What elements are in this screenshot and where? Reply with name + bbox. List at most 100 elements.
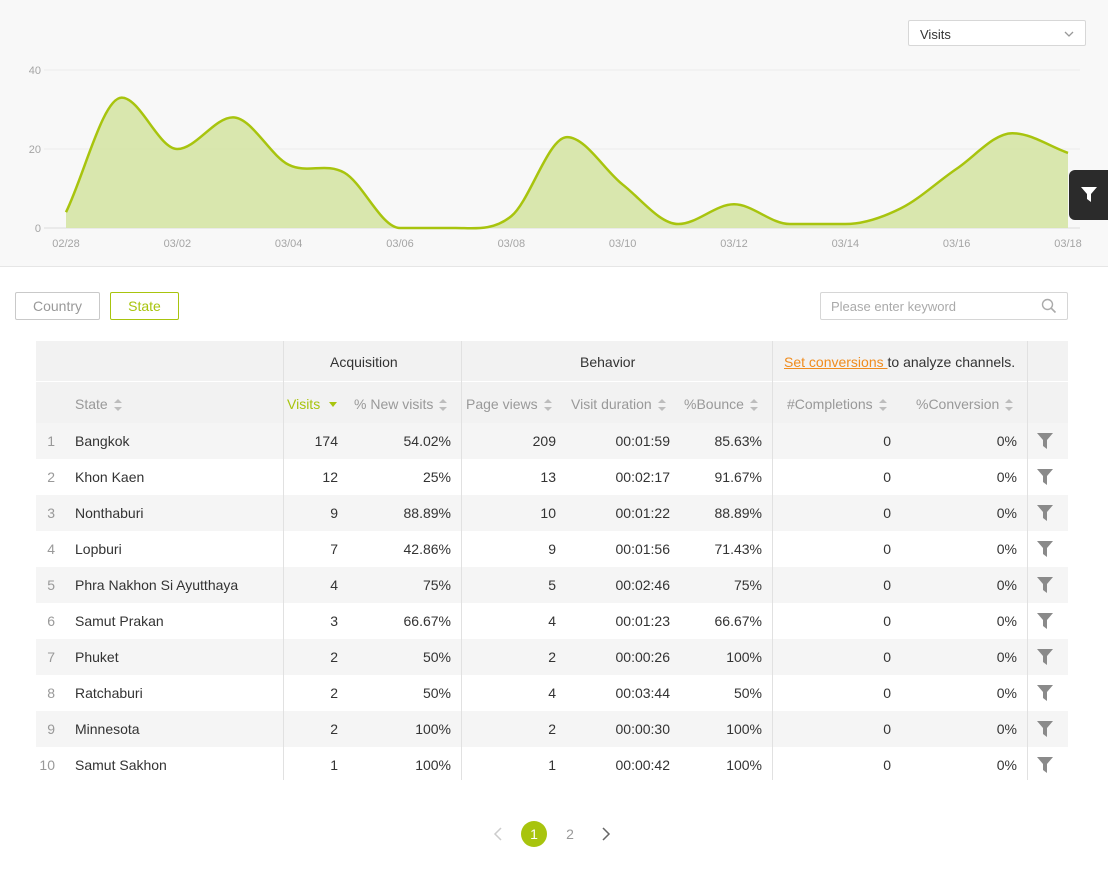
col-visit-duration-label: Visit duration	[571, 396, 652, 412]
cell-page-views: 10	[540, 505, 556, 521]
col-visit-duration[interactable]: Visit duration	[571, 396, 666, 412]
cell-visit-duration: 00:03:44	[615, 685, 671, 701]
cell-new-visits: 42.86%	[403, 541, 451, 557]
row-index: 1	[47, 433, 55, 449]
funnel-icon[interactable]	[1036, 504, 1054, 522]
cell-completions: 0	[883, 469, 891, 485]
country-tab-button[interactable]: Country	[15, 292, 100, 320]
x-tick-label: 02/28	[52, 238, 80, 250]
col-page-views-label: Page views	[466, 396, 538, 412]
funnel-icon[interactable]	[1036, 540, 1054, 558]
cell-state: Bangkok	[75, 433, 130, 449]
funnel-icon[interactable]	[1036, 720, 1054, 738]
state-report-table: Acquisition Behavior Set conversions to …	[36, 341, 1068, 783]
cell-page-views: 4	[548, 613, 556, 629]
cell-page-views: 4	[548, 685, 556, 701]
cell-visit-duration: 00:01:56	[615, 541, 671, 557]
page-1-button[interactable]: 1	[521, 821, 547, 847]
cell-new-visits: 25%	[422, 469, 451, 485]
funnel-icon[interactable]	[1036, 468, 1054, 486]
metric-select[interactable]: Visits	[908, 20, 1086, 46]
col-page-views[interactable]: Page views	[466, 396, 552, 412]
sort-desc-icon	[329, 402, 338, 407]
x-tick-label: 03/12	[720, 238, 748, 250]
cell-bounce: 100%	[726, 757, 762, 773]
cell-page-views: 2	[548, 649, 556, 665]
col-completions[interactable]: #Completions	[787, 396, 887, 412]
cell-state: Samut Sakhon	[75, 757, 167, 773]
row-index: 6	[47, 613, 55, 629]
side-filter-panel-toggle[interactable]	[1069, 170, 1108, 220]
x-tick-label: 03/14	[832, 238, 860, 250]
cell-completions: 0	[883, 685, 891, 701]
column-divider	[461, 341, 462, 780]
cell-conversion: 0%	[996, 505, 1017, 521]
sort-icon	[878, 399, 887, 411]
cell-visits: 2	[330, 685, 338, 701]
col-bounce[interactable]: %Bounce	[684, 396, 758, 412]
cell-new-visits: 100%	[415, 757, 451, 773]
cell-bounce: 66.67%	[714, 613, 762, 629]
cell-completions: 0	[883, 541, 891, 557]
col-visits-label: Visits	[287, 396, 321, 412]
table-row: 4 Lopburi 7 42.86% 9 00:01:56 71.43% 0 0%	[36, 531, 1068, 567]
cell-visit-duration: 00:02:46	[615, 577, 671, 593]
col-new-visits[interactable]: % New visits	[354, 396, 448, 412]
x-tick-label: 03/10	[609, 238, 637, 250]
funnel-icon[interactable]	[1036, 576, 1054, 594]
cell-conversion: 0%	[996, 649, 1017, 665]
chevron-left-icon[interactable]	[493, 827, 503, 841]
sort-icon	[749, 399, 758, 411]
funnel-icon[interactable]	[1036, 432, 1054, 450]
x-tick-label: 03/04	[275, 238, 303, 250]
sort-icon	[657, 399, 666, 411]
cell-visit-duration: 00:02:17	[615, 469, 671, 485]
search-icon[interactable]	[1041, 298, 1057, 314]
cell-completions: 0	[883, 757, 891, 773]
cell-visits: 12	[322, 469, 338, 485]
col-state[interactable]: State	[75, 396, 122, 412]
funnel-icon[interactable]	[1036, 684, 1054, 702]
cell-visits: 4	[330, 577, 338, 593]
table-group-header: Acquisition Behavior Set conversions to …	[36, 341, 1068, 381]
cell-new-visits: 88.89%	[403, 505, 451, 521]
col-visits[interactable]: Visits	[287, 396, 338, 412]
cell-visits: 2	[330, 721, 338, 737]
group-acquisition: Acquisition	[330, 354, 398, 370]
table-row: 2 Khon Kaen 12 25% 13 00:02:17 91.67% 0 0%	[36, 459, 1068, 495]
cell-bounce: 85.63%	[714, 433, 762, 449]
page-2-button[interactable]: 2	[557, 821, 583, 847]
search-input[interactable]	[831, 298, 1031, 314]
x-tick-label: 03/02	[164, 238, 192, 250]
col-conversion[interactable]: %Conversion	[916, 396, 1014, 412]
y-tick-label: 0	[35, 223, 41, 235]
cell-visit-duration: 00:01:22	[615, 505, 671, 521]
column-divider	[1027, 341, 1028, 780]
funnel-icon[interactable]	[1036, 648, 1054, 666]
row-index: 7	[47, 649, 55, 665]
chevron-right-icon[interactable]	[601, 827, 611, 841]
cell-state: Phuket	[75, 649, 119, 665]
cell-bounce: 88.89%	[714, 505, 762, 521]
cell-page-views: 1	[548, 757, 556, 773]
set-conversions-link[interactable]: Set conversions	[784, 354, 888, 370]
table-row: 5 Phra Nakhon Si Ayutthaya 4 75% 5 00:02:46 75…	[36, 567, 1068, 603]
cell-new-visits: 75%	[422, 577, 451, 593]
cell-visits: 174	[314, 433, 338, 449]
cell-new-visits: 66.67%	[403, 613, 451, 629]
table-row: 10 Samut Sakhon 1 100% 1 00:00:42 100% 0 0%	[36, 747, 1068, 783]
cell-completions: 0	[883, 577, 891, 593]
state-tab-button[interactable]: State	[110, 292, 179, 320]
cell-visit-duration: 00:00:26	[615, 649, 671, 665]
cell-conversion: 0%	[996, 685, 1017, 701]
funnel-icon[interactable]	[1036, 612, 1054, 630]
funnel-icon[interactable]	[1036, 756, 1054, 774]
cell-conversion: 0%	[996, 541, 1017, 557]
cell-bounce: 50%	[733, 685, 762, 701]
col-bounce-label: %Bounce	[684, 396, 744, 412]
cell-page-views: 2	[548, 721, 556, 737]
x-tick-label: 03/16	[943, 238, 971, 250]
conversion-note-text: to analyze channels.	[887, 354, 1016, 370]
y-tick-label: 40	[29, 65, 41, 77]
cell-conversion: 0%	[996, 433, 1017, 449]
